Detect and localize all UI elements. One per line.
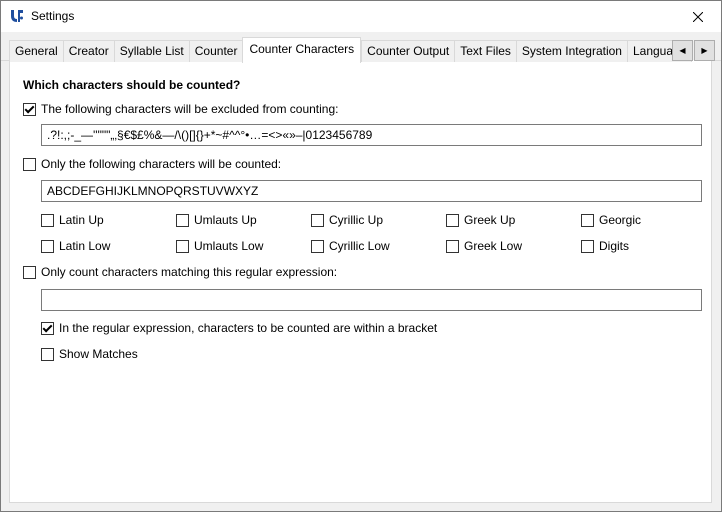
greek-low-checkbox[interactable] <box>446 239 459 253</box>
frame-left <box>1 61 9 511</box>
tab-counter[interactable]: Counter <box>188 40 243 62</box>
tab-scroll-buttons: ◀ ▶ <box>672 40 715 61</box>
bracket-checkbox-row[interactable]: In the regular expression, characters to… <box>41 320 437 336</box>
charset-cyrillic-low[interactable]: Cyrillic Low <box>311 238 390 254</box>
tab-text-files[interactable]: Text Files <box>454 40 516 62</box>
tab-counter-output[interactable]: Counter Output <box>361 40 455 62</box>
digits-checkbox[interactable] <box>581 239 594 253</box>
cyrillic-low-label: Cyrillic Low <box>329 239 390 253</box>
title-bar: Settings <box>1 1 721 32</box>
only-checkbox[interactable] <box>23 157 36 171</box>
triangle-left-icon: ◀ <box>679 46 686 55</box>
exclude-label: The following characters will be exclude… <box>41 102 339 116</box>
latin-up-checkbox[interactable] <box>41 213 54 227</box>
bracket-label: In the regular expression, characters to… <box>59 321 438 335</box>
tab-strip: General Creator Syllable List Counter Co… <box>1 32 721 63</box>
greek-up-checkbox[interactable] <box>446 213 459 227</box>
charset-latin-low[interactable]: Latin Low <box>41 238 110 254</box>
tab-creator[interactable]: Creator <box>62 40 114 62</box>
cyrillic-low-checkbox[interactable] <box>311 239 324 253</box>
cyrillic-up-checkbox[interactable] <box>311 213 324 227</box>
tab-general[interactable]: General <box>9 40 63 62</box>
regex-checkbox-row[interactable]: Only count characters matching this regu… <box>23 264 337 280</box>
tab-scroll-left-button[interactable]: ◀ <box>672 40 693 61</box>
latin-low-checkbox[interactable] <box>41 239 54 253</box>
only-label: Only the following characters will be co… <box>41 157 282 171</box>
tab-system-integration[interactable]: System Integration <box>515 40 627 62</box>
cyrillic-up-label: Cyrillic Up <box>329 213 383 227</box>
frame-right <box>712 61 721 511</box>
only-characters-input[interactable]: ABCDEFGHIJKLMNOPQRSTUVWXYZ <box>41 180 702 202</box>
settings-window: Settings General Creator Syllable List C… <box>0 0 722 512</box>
regex-label: Only count characters matching this regu… <box>41 265 338 279</box>
charset-latin-up[interactable]: Latin Up <box>41 212 104 228</box>
georgic-label: Georgic <box>599 213 642 227</box>
show-matches-label: Show Matches <box>59 347 138 361</box>
tab-list: General Creator Syllable List Counter Co… <box>9 37 693 63</box>
window-title: Settings <box>31 9 75 23</box>
exclude-checkbox[interactable] <box>23 102 36 116</box>
section-heading: Which characters should be counted? <box>23 78 241 92</box>
umlauts-low-label: Umlauts Low <box>194 239 264 253</box>
charset-cyrillic-up[interactable]: Cyrillic Up <box>311 212 383 228</box>
triangle-right-icon: ▶ <box>701 46 708 55</box>
charset-greek-low[interactable]: Greek Low <box>446 238 522 254</box>
latin-up-label: Latin Up <box>59 213 104 227</box>
tab-scroll-right-button[interactable]: ▶ <box>694 40 715 61</box>
charset-georgic[interactable]: Georgic <box>581 212 641 228</box>
latin-low-label: Latin Low <box>59 239 111 253</box>
only-checkbox-row[interactable]: Only the following characters will be co… <box>23 156 281 172</box>
show-matches-checkbox[interactable] <box>41 347 54 361</box>
greek-low-label: Greek Low <box>464 239 523 253</box>
tab-counter-characters[interactable]: Counter Characters <box>242 37 362 63</box>
greek-up-label: Greek Up <box>464 213 516 227</box>
umlauts-up-checkbox[interactable] <box>176 213 189 227</box>
show-matches-checkbox-row[interactable]: Show Matches <box>41 346 138 362</box>
exclude-checkbox-row[interactable]: The following characters will be exclude… <box>23 101 338 117</box>
regex-checkbox[interactable] <box>23 265 36 279</box>
charset-digits[interactable]: Digits <box>581 238 629 254</box>
umlauts-up-label: Umlauts Up <box>194 213 257 227</box>
georgic-checkbox[interactable] <box>581 213 594 227</box>
bracket-checkbox[interactable] <box>41 321 54 335</box>
digits-label: Digits <box>599 239 630 253</box>
frame-bottom <box>1 503 721 511</box>
umlauts-low-checkbox[interactable] <box>176 239 189 253</box>
charset-greek-up[interactable]: Greek Up <box>446 212 515 228</box>
charset-umlauts-up[interactable]: Umlauts Up <box>176 212 257 228</box>
tab-syllable-list[interactable]: Syllable List <box>113 40 189 62</box>
app-icon <box>11 10 23 22</box>
close-button[interactable] <box>675 1 721 32</box>
charset-umlauts-low[interactable]: Umlauts Low <box>176 238 263 254</box>
regex-input[interactable] <box>41 289 702 311</box>
close-icon <box>693 11 703 22</box>
tab-page-counter-characters: Which characters should be counted? The … <box>9 60 712 503</box>
exclude-characters-input[interactable]: .?!:,;-_—''"""„‚§€$£%&—/\()[]{}+*~#^^°•…… <box>41 124 702 146</box>
